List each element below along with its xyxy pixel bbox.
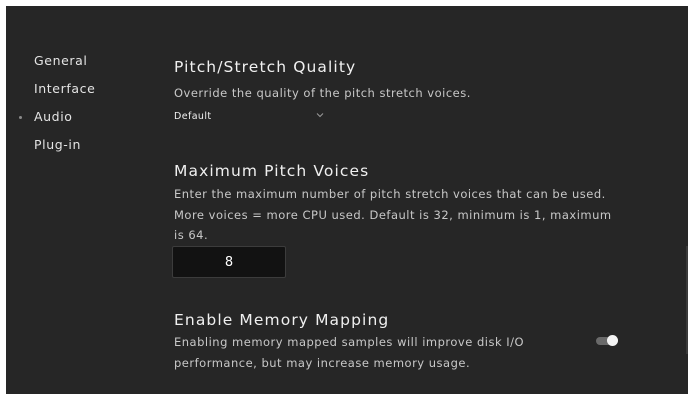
toggle-knob [607,335,618,346]
scrollbar[interactable] [686,246,688,354]
memory-mapping-toggle[interactable] [596,335,618,347]
sidebar-item-general[interactable]: General [34,53,87,69]
pitch-quality-selected-value: Default [174,111,212,122]
memory-mapping-description: Enabling memory mapped samples will impr… [174,335,525,370]
max-voices-input[interactable] [172,246,286,278]
max-voices-title: Maximum Pitch Voices [174,162,370,180]
audio-settings-panel: Pitch/Stretch Quality Override the quali… [172,6,654,394]
chevron-down-icon [316,113,324,118]
pitch-quality-dropdown[interactable]: Default [174,109,334,127]
sidebar-item-label: Audio [34,109,73,124]
sidebar-item-label: General [34,53,88,68]
sidebar-item-label: Plug-in [34,137,81,152]
max-voices-description: Enter the maximum number of pitch stretc… [174,187,612,242]
memory-mapping-title: Enable Memory Mapping [174,311,390,329]
active-indicator-dot [19,116,22,119]
sidebar-item-interface[interactable]: Interface [34,81,95,97]
sidebar-item-plug-in[interactable]: Plug-in [34,137,81,153]
pitch-quality-description: Override the quality of the pitch stretc… [174,86,471,100]
preferences-window: General Interface Audio Plug-in Pitch/St… [6,6,688,394]
sidebar-item-audio[interactable]: Audio [19,109,73,125]
preferences-sidebar: General Interface Audio Plug-in [6,6,156,394]
pitch-quality-title: Pitch/Stretch Quality [174,58,357,76]
sidebar-item-label: Interface [34,81,96,96]
